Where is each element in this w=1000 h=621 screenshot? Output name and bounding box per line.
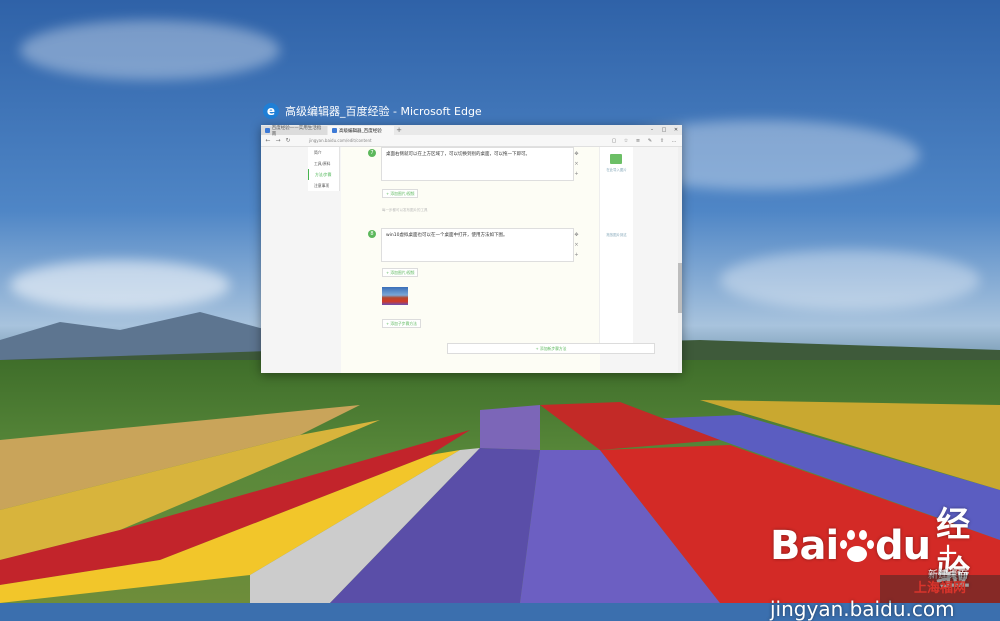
menu-item-steps[interactable]: 方法/步骤 (308, 169, 339, 180)
image-panel-drop-label: 拖放图片到这 (606, 233, 627, 237)
add-image-button[interactable]: + 添加图片/视频 (382, 189, 419, 198)
web-note-icon[interactable]: ✎ (646, 138, 654, 144)
image-panel-label: 在此导入图片 (606, 168, 627, 172)
image-panel: 在此导入图片 拖放图片到这 (599, 147, 633, 343)
window-controls: – □ ✕ (646, 125, 682, 135)
step-actions: ✥ × + (574, 230, 579, 260)
add-icon[interactable]: + (574, 250, 579, 260)
close-button[interactable]: ✕ (670, 125, 682, 135)
page-content: 简介 工具/原料 方法/步骤 注意事项 7 桌面右侧就可以在上方区域了，可以切换… (261, 147, 682, 373)
menu-item-notes[interactable]: 注意事项 (308, 180, 339, 191)
corner-watermark: 上海福网 (880, 575, 1000, 603)
step-text-input[interactable]: win10虚拟桌面也可以在一个桌面中打开，使用方法如下图。 (381, 228, 574, 262)
reading-view-icon[interactable]: ▢ (610, 138, 618, 144)
forward-arrow-icon[interactable]: → (275, 137, 281, 144)
maximize-button[interactable]: □ (658, 125, 670, 135)
tab-label: 百度经验——实用生活指南 (271, 125, 322, 137)
step-editor: 7 桌面右侧就可以在上方区域了，可以切换到别的桌面，可以拖一下即可。 ✥ × +… (341, 147, 655, 373)
step-text-input[interactable]: 桌面右侧就可以在上方区域了，可以切换到别的桌面，可以拖一下即可。 (381, 147, 574, 181)
scrollbar-thumb[interactable] (678, 263, 682, 313)
cloud (20, 20, 280, 80)
baidu-favicon-icon (332, 128, 337, 133)
tab-bar: 百度经验——实用生活指南 高级编辑器_百度经验 + – □ ✕ (261, 125, 682, 137)
menu-item-intro[interactable]: 简介 (308, 147, 339, 158)
baidu-paw-icon (839, 528, 875, 564)
url-field[interactable]: jingyan.baidu.com/edit/content (309, 138, 606, 143)
brand-text: Bai (770, 523, 839, 569)
plus-icon: + (937, 538, 959, 568)
window-title: 高级编辑器_百度经验 - Microsoft Edge (285, 105, 482, 118)
image-icon[interactable] (610, 154, 622, 164)
add-icon[interactable]: + (574, 169, 579, 179)
move-icon[interactable]: ✥ (574, 149, 579, 159)
outline-menu: 简介 工具/原料 方法/步骤 注意事项 (308, 147, 340, 191)
delete-icon[interactable]: × (574, 240, 579, 250)
delete-icon[interactable]: × (574, 159, 579, 169)
brand-text: du (875, 523, 931, 569)
minimize-button[interactable]: – (646, 125, 658, 135)
new-tab-button[interactable]: + (395, 126, 403, 135)
window-title-bar[interactable]: e 高级编辑器_百度经验 - Microsoft Edge (263, 103, 482, 119)
move-icon[interactable]: ✥ (574, 230, 579, 240)
refresh-icon[interactable]: ↻ (285, 137, 291, 144)
back-arrow-icon[interactable]: ← (265, 137, 271, 144)
hint-text: 每一步都可以发布图片的工具 (382, 208, 428, 212)
baidu-favicon-icon (265, 128, 270, 133)
tab-label: 高级编辑器_百度经验 (339, 128, 382, 134)
add-step-button[interactable]: + 添加新步骤方法 (447, 343, 655, 354)
menu-item-tools[interactable]: 工具/原料 (308, 158, 339, 169)
address-bar: ← → ↻ jingyan.baidu.com/edit/content ▢ ☆… (261, 135, 682, 147)
scrollbar[interactable] (678, 147, 682, 373)
share-icon[interactable]: ⇪ (658, 138, 666, 144)
tab-baidu-home[interactable]: 百度经验——实用生活指南 (261, 125, 327, 137)
more-icon[interactable]: … (670, 138, 678, 144)
edge-icon: e (263, 103, 279, 119)
add-image-button[interactable]: + 添加图片/视频 (382, 268, 419, 277)
step-image-thumbnail[interactable] (382, 287, 408, 305)
edge-window-thumbnail[interactable]: 百度经验——实用生活指南 高级编辑器_百度经验 + – □ ✕ ← → ↻ ji… (261, 125, 682, 373)
favorite-star-icon[interactable]: ☆ (622, 138, 630, 144)
step-actions: ✥ × + (574, 149, 579, 179)
hub-icon[interactable]: ≡ (634, 138, 642, 144)
step-number: 8 (368, 230, 376, 238)
add-substep-button[interactable]: + 添加子步骤方法 (382, 319, 421, 328)
step-number: 7 (368, 149, 376, 157)
tab-advanced-editor[interactable]: 高级编辑器_百度经验 (328, 126, 394, 135)
